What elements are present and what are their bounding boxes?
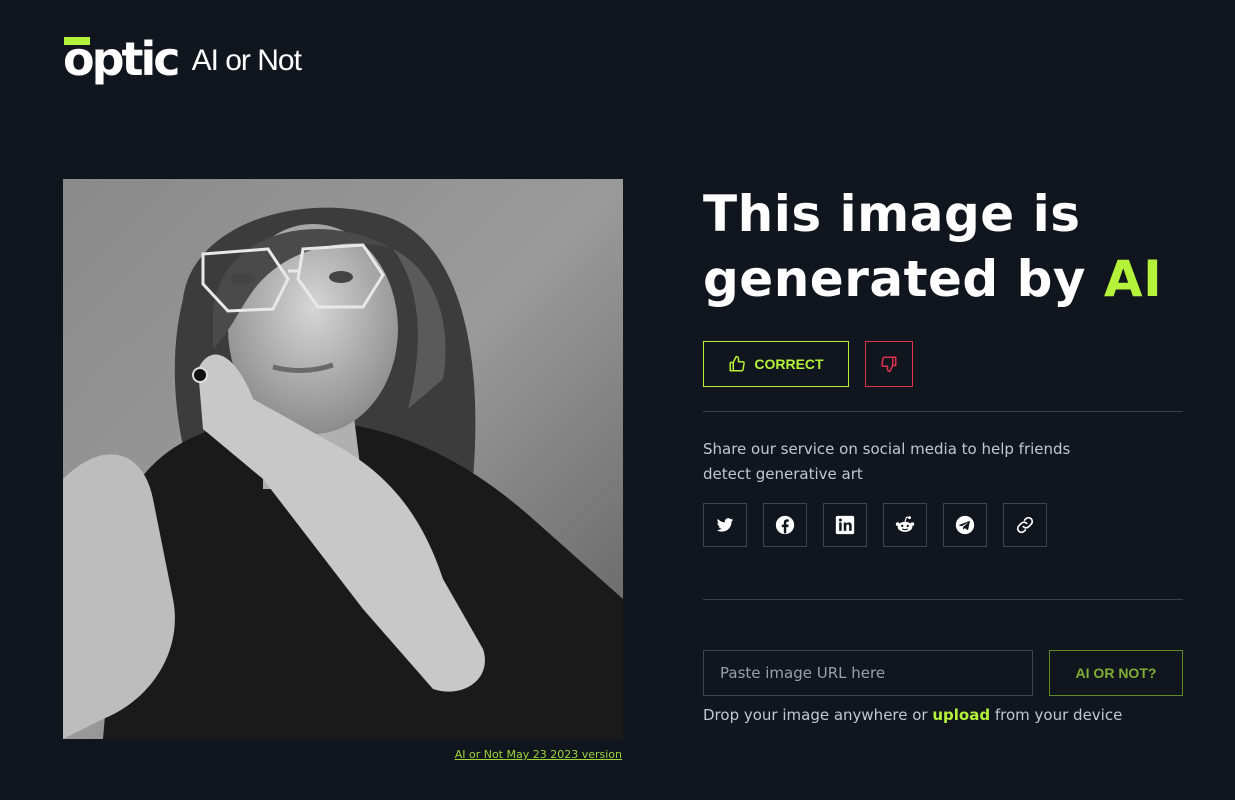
upload-link[interactable]: upload — [932, 706, 990, 724]
linkedin-icon — [835, 515, 855, 535]
telegram-icon — [955, 515, 975, 535]
drop-prefix: Drop your image anywhere or — [703, 706, 933, 724]
ai-or-not-button[interactable]: AI OR NOT? — [1049, 650, 1183, 696]
product-name: AI or Not — [191, 44, 302, 77]
thumbs-up-icon — [729, 355, 746, 372]
uploaded-image — [63, 179, 623, 739]
incorrect-button[interactable] — [865, 341, 913, 387]
brand-logo[interactable]: optic AI or Not — [63, 36, 302, 82]
portrait-photo-icon — [63, 179, 623, 739]
image-url-input[interactable] — [703, 650, 1033, 696]
reddit-icon — [895, 516, 915, 532]
share-text: Share our service on social media to hel… — [703, 440, 1071, 483]
copy-link-button[interactable] — [1003, 503, 1047, 547]
drop-suffix: from your device — [990, 706, 1123, 724]
share-reddit-button[interactable] — [883, 503, 927, 547]
share-linkedin-button[interactable] — [823, 503, 867, 547]
share-twitter-button[interactable] — [703, 503, 747, 547]
version-link[interactable]: AI or Not May 23 2023 version — [455, 748, 622, 761]
headline-accent: AI — [1103, 250, 1163, 308]
drop-instructions: Drop your image anywhere or upload from … — [703, 706, 1122, 724]
twitter-icon — [716, 518, 734, 532]
thumbs-down-icon — [881, 356, 897, 373]
divider — [703, 599, 1183, 600]
correct-label: CORRECT — [754, 356, 824, 372]
share-telegram-button[interactable] — [943, 503, 987, 547]
correct-button[interactable]: CORRECT — [703, 341, 849, 387]
share-facebook-button[interactable] — [763, 503, 807, 547]
facebook-icon — [775, 515, 795, 535]
result-headline: This image is generated by AI — [703, 182, 1203, 312]
link-icon — [1016, 516, 1034, 534]
logo-accent-bar — [64, 37, 90, 45]
divider — [703, 411, 1183, 412]
headline-text: This image is generated by — [703, 185, 1104, 308]
optic-logo-mark: optic — [63, 36, 181, 82]
